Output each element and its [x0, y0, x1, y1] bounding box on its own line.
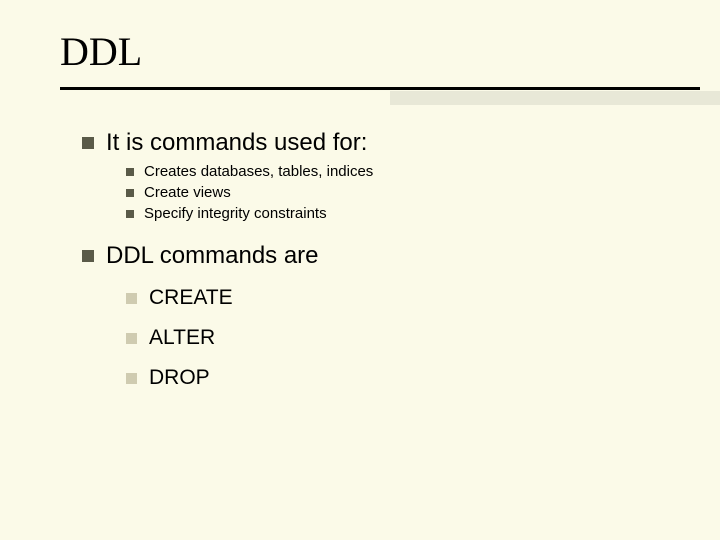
square-bullet-icon	[126, 333, 137, 344]
bullet-text: Creates databases, tables, indices	[144, 163, 373, 180]
bullet-level1: DDL commands are	[82, 242, 720, 270]
square-bullet-icon	[126, 168, 134, 176]
square-bullet-icon	[82, 137, 94, 149]
slide-body: It is commands used for: Creates databas…	[0, 105, 720, 390]
slide-title: DDL	[60, 28, 720, 75]
square-bullet-icon	[126, 293, 137, 304]
bullet-level2: CREATE	[126, 286, 720, 310]
bullet-text: DROP	[149, 366, 210, 390]
bullet-text: DDL commands are	[106, 242, 319, 270]
bullet-level1: It is commands used for:	[82, 129, 720, 157]
bullet-level2: Specify integrity constraints	[126, 205, 720, 222]
bullet-level2: ALTER	[126, 326, 720, 350]
title-area: DDL	[0, 0, 720, 105]
square-bullet-icon	[126, 373, 137, 384]
bullet-text: ALTER	[149, 326, 215, 350]
bullet-text: It is commands used for:	[106, 129, 367, 157]
bullet-level2: Create views	[126, 184, 720, 201]
bullet-level2: Creates databases, tables, indices	[126, 163, 720, 180]
bullet-level2: DROP	[126, 366, 720, 390]
bullet-text: CREATE	[149, 286, 233, 310]
bullet-text: Specify integrity constraints	[144, 205, 327, 222]
title-underline	[60, 87, 700, 90]
slide: DDL It is commands used for: Creates dat…	[0, 0, 720, 540]
square-bullet-icon	[126, 189, 134, 197]
bullet-text: Create views	[144, 184, 231, 201]
square-bullet-icon	[126, 210, 134, 218]
title-underline-shadow	[390, 91, 720, 105]
square-bullet-icon	[82, 250, 94, 262]
